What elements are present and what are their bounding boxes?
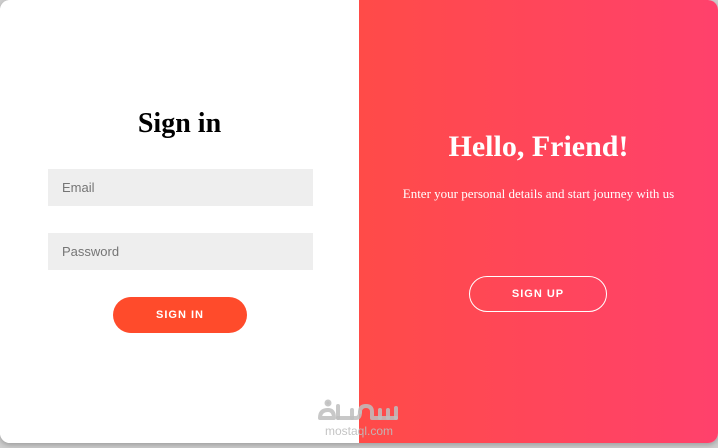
auth-card: Sign in SIGN IN Hello, Friend! Enter you…	[0, 0, 718, 443]
password-field[interactable]	[48, 233, 313, 270]
signin-panel: Sign in SIGN IN	[0, 0, 359, 443]
watermark: mostaql.com	[314, 398, 404, 440]
signin-button[interactable]: SIGN IN	[113, 297, 247, 333]
overlay-panel: Hello, Friend! Enter your personal detai…	[359, 0, 718, 443]
signup-button[interactable]: SIGN UP	[469, 276, 607, 312]
overlay-title: Hello, Friend!	[448, 130, 629, 163]
overlay-text: Enter your personal details and start jo…	[402, 186, 675, 201]
watermark-logo-icon	[318, 399, 398, 420]
signin-title: Sign in	[137, 108, 222, 139]
email-field[interactable]	[48, 169, 313, 206]
watermark-text: mostaql.com	[324, 424, 394, 438]
